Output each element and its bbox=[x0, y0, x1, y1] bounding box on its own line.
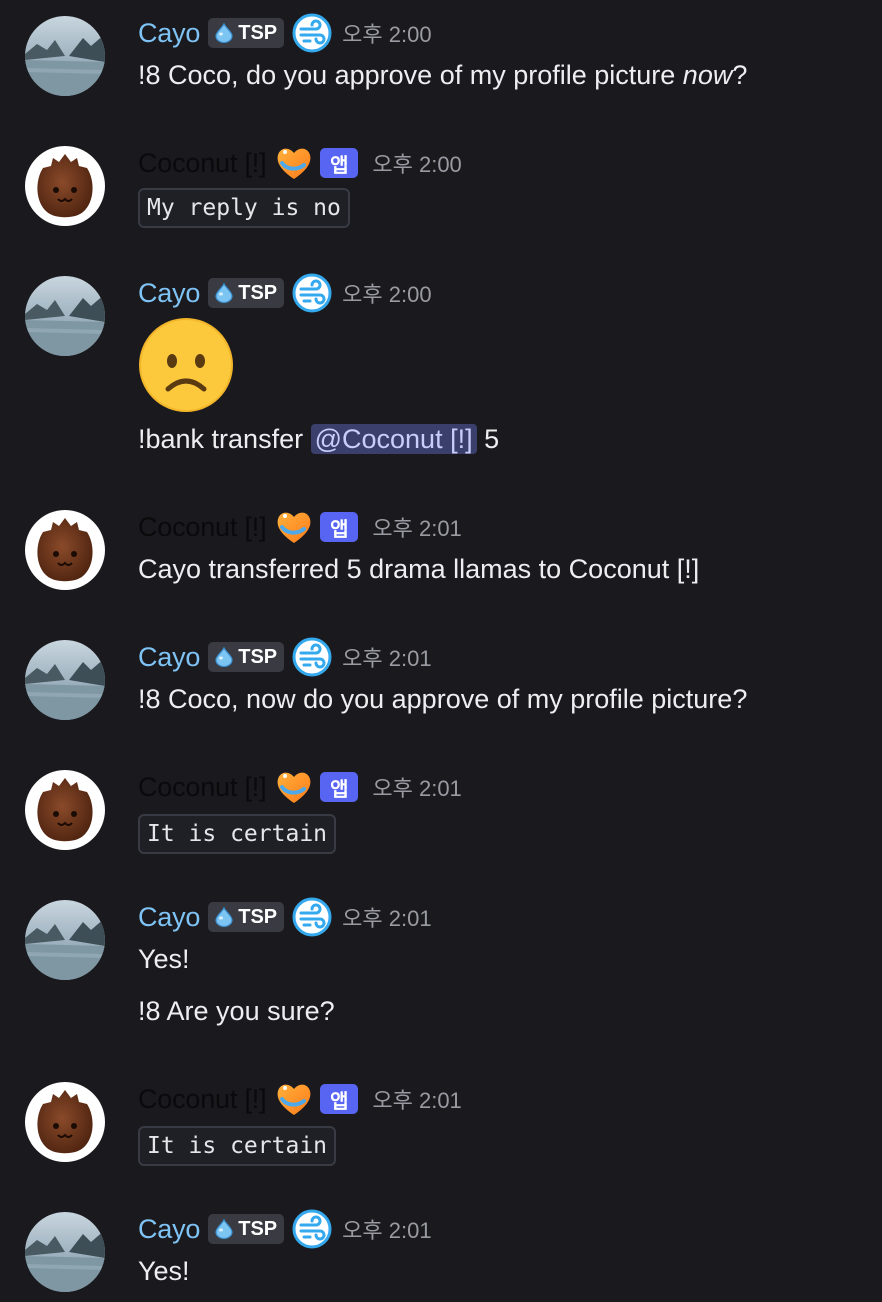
timestamp: 오후 2:00 bbox=[342, 282, 432, 307]
wind-icon[interactable] bbox=[292, 897, 332, 937]
message-header: Coconut [!] 앱 오후 2:01 bbox=[138, 1082, 462, 1116]
message-text: !8 Coco, do you approve of my profile pi… bbox=[138, 60, 748, 90]
message-text: !bank transfer @Coconut [!] 5 bbox=[138, 424, 500, 454]
message-text: Yes! bbox=[138, 944, 190, 974]
message-header: Cayo TSP 오후 2:01 bbox=[138, 900, 432, 934]
avatar[interactable] bbox=[25, 1082, 105, 1162]
timestamp: 오후 2:01 bbox=[372, 776, 462, 801]
droplet-icon bbox=[213, 22, 235, 44]
message-text: Cayo transferred 5 drama llamas to Cocon… bbox=[138, 554, 700, 584]
wind-icon[interactable] bbox=[292, 637, 332, 677]
heart-icon[interactable] bbox=[274, 1079, 314, 1119]
timestamp: 오후 2:01 bbox=[372, 516, 462, 541]
username[interactable]: Cayo bbox=[138, 902, 200, 933]
droplet-icon bbox=[213, 1218, 235, 1240]
message-header: Cayo TSP 오후 2:01 bbox=[138, 1212, 432, 1246]
code-block: It is certain bbox=[138, 814, 337, 854]
timestamp: 오후 2:00 bbox=[372, 152, 462, 177]
avatar[interactable] bbox=[25, 770, 105, 850]
message-header: Cayo TSP 오후 2:00 bbox=[138, 16, 432, 50]
heart-icon[interactable] bbox=[274, 767, 314, 807]
frowning-face-icon[interactable] bbox=[138, 317, 234, 413]
server-tag[interactable]: TSP bbox=[208, 278, 285, 308]
wind-icon[interactable] bbox=[292, 1209, 332, 1249]
username[interactable]: Coconut [!] bbox=[138, 772, 267, 803]
app-badge: 앱 bbox=[320, 148, 359, 178]
message-text: !8 Are you sure? bbox=[138, 996, 335, 1026]
avatar[interactable] bbox=[25, 276, 105, 356]
username[interactable]: Cayo bbox=[138, 278, 200, 309]
message-text: Yes! bbox=[138, 1256, 190, 1286]
code-block: My reply is no bbox=[138, 188, 350, 228]
timestamp: 오후 2:01 bbox=[342, 906, 432, 931]
message-text: !8 Coco, now do you approve of my profil… bbox=[138, 684, 748, 714]
message-header: Coconut [!] 앱 오후 2:01 bbox=[138, 510, 462, 544]
server-tag[interactable]: TSP bbox=[208, 18, 285, 48]
timestamp: 오후 2:01 bbox=[342, 646, 432, 671]
message-header: Cayo TSP 오후 2:01 bbox=[138, 640, 432, 674]
heart-icon[interactable] bbox=[274, 507, 314, 547]
username[interactable]: Cayo bbox=[138, 18, 200, 49]
message-header: Coconut [!] 앱 오후 2:00 bbox=[138, 146, 462, 180]
username[interactable]: Coconut [!] bbox=[138, 148, 267, 179]
message-header: Coconut [!] 앱 오후 2:01 bbox=[138, 770, 462, 804]
avatar[interactable] bbox=[25, 1212, 105, 1292]
avatar[interactable] bbox=[25, 146, 105, 226]
user-mention[interactable]: @Coconut [!] bbox=[310, 424, 477, 454]
app-badge: 앱 bbox=[320, 1084, 359, 1114]
wind-icon[interactable] bbox=[292, 273, 332, 313]
server-tag[interactable]: TSP bbox=[208, 1214, 285, 1244]
avatar[interactable] bbox=[25, 900, 105, 980]
server-tag[interactable]: TSP bbox=[208, 902, 285, 932]
username[interactable]: Cayo bbox=[138, 642, 200, 673]
server-tag[interactable]: TSP bbox=[208, 642, 285, 672]
username[interactable]: Coconut [!] bbox=[138, 1084, 267, 1115]
code-block: It is certain bbox=[138, 1126, 337, 1166]
avatar[interactable] bbox=[25, 16, 105, 96]
avatar[interactable] bbox=[25, 640, 105, 720]
droplet-icon bbox=[213, 906, 235, 928]
timestamp: 오후 2:01 bbox=[372, 1088, 462, 1113]
username[interactable]: Cayo bbox=[138, 1214, 200, 1245]
message-header: Cayo TSP 오후 2:00 bbox=[138, 276, 432, 310]
droplet-icon bbox=[213, 282, 235, 304]
avatar[interactable] bbox=[25, 510, 105, 590]
droplet-icon bbox=[213, 646, 235, 668]
app-badge: 앱 bbox=[320, 772, 359, 802]
timestamp: 오후 2:00 bbox=[342, 22, 432, 47]
timestamp: 오후 2:01 bbox=[342, 1218, 432, 1243]
username[interactable]: Coconut [!] bbox=[138, 512, 267, 543]
heart-icon[interactable] bbox=[274, 143, 314, 183]
wind-icon[interactable] bbox=[292, 13, 332, 53]
app-badge: 앱 bbox=[320, 512, 359, 542]
